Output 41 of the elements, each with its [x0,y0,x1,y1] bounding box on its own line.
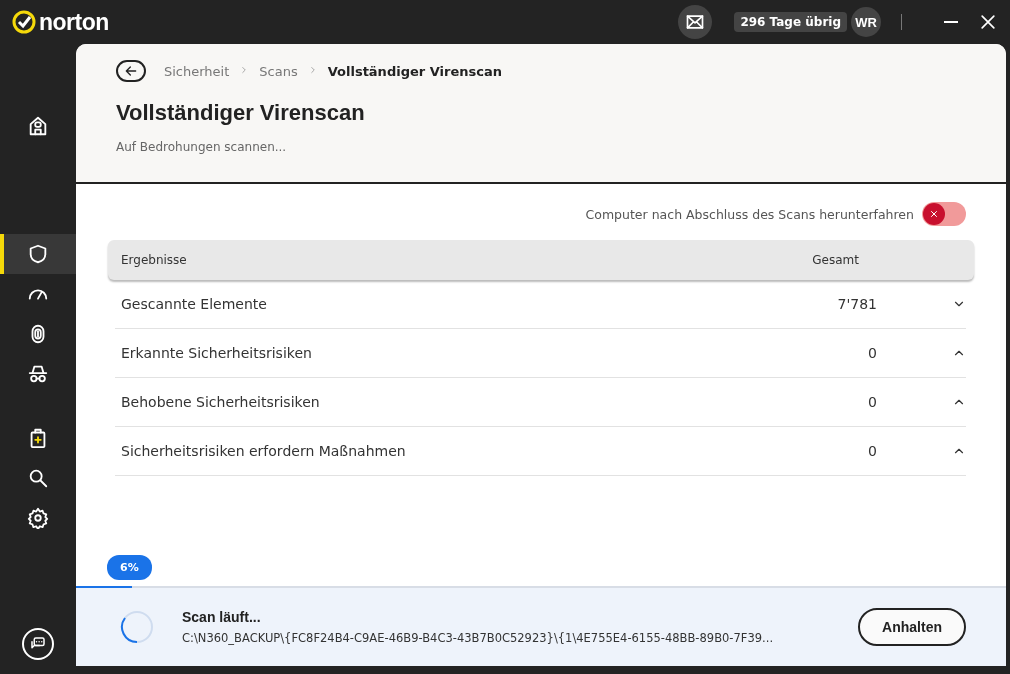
row-label: Sicherheitsrisiken erfordern Maßnahmen [120,443,407,459]
x-icon [928,208,940,220]
days-remaining-badge: 296 Tage übrig [734,12,847,32]
spinner-icon [120,610,154,644]
close-button[interactable] [978,12,998,32]
column-header: Ergebnisse [120,253,188,267]
column-header: Gesamt [811,253,859,267]
progress-percent-badge: 6% [107,555,152,580]
breadcrumb-link[interactable]: Vollständiger Virenscan [327,63,502,79]
scan-status: Scan läuft... [182,609,262,625]
row-value: 0 [867,345,877,361]
page-subtitle: Auf Bedrohungen scannen... [116,140,288,154]
settings-icon [27,507,49,529]
row-value: 0 [867,443,877,459]
incognito-icon [27,363,49,385]
envelope-icon [685,12,706,32]
search-icon [27,467,49,489]
shutdown-toggle[interactable] [922,202,966,226]
row-value: 0 [867,394,877,410]
mail-button[interactable] [678,5,713,39]
back-arrow-icon [123,63,139,79]
page-title: Vollständiger Virenscan [116,100,366,126]
back-button[interactable] [116,60,146,82]
shield-icon [27,243,49,265]
logo-text: norton [39,8,109,36]
breadcrumb-link[interactable]: Scans [259,63,298,79]
user-avatar[interactable]: WR [851,7,881,37]
breadcrumb-link[interactable]: Sicherheit [164,63,230,79]
pause-button[interactable]: Anhalten [858,608,966,646]
sidebar-item[interactable] [0,234,76,274]
toggle-label: Computer nach Abschluss des Scans herunterfahren [585,206,914,222]
row-label: Erkannte Sicherheitsrisiken [120,345,313,361]
minimize-icon [944,21,958,23]
checkmark-logo-icon [12,10,36,34]
chat-button[interactable] [22,628,54,660]
home-icon [27,115,49,137]
row-label: Gescannte Elemente [120,296,268,312]
close-icon [978,12,998,32]
row-value: 7'781 [836,296,877,312]
scan-file-path: C:\N360_BACKUP\{FC8F24B4-C9AE-46B9-B4C3-43B7B0C52923}\{1\4E755E4-6155-48BB-89B0-7F39... [182,631,775,645]
row-label: Behobene Sicherheitsrisiken [120,394,321,410]
